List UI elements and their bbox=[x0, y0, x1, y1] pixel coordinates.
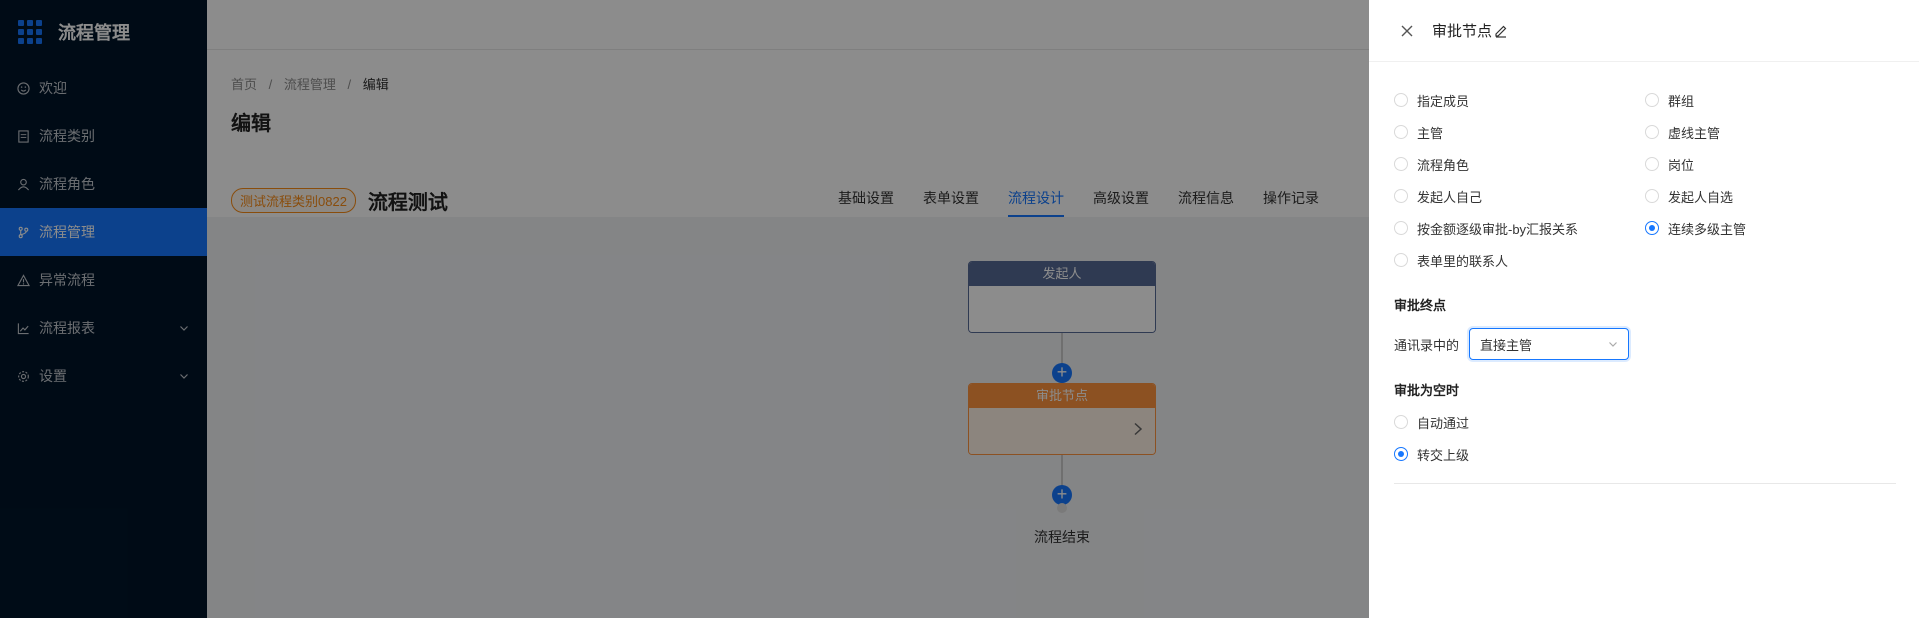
radio-label: 发起人自己 bbox=[1417, 189, 1483, 205]
divider bbox=[1394, 483, 1896, 484]
radio-flow-role[interactable]: 流程角色 bbox=[1394, 155, 1645, 173]
radio-designated-member[interactable]: 指定成员 bbox=[1394, 91, 1645, 109]
radio-circle bbox=[1645, 221, 1659, 235]
drawer-body: 指定成员 群组 主管 虚线主管 流程角色 岗位 发起人自己 发起人自选 按金额逐… bbox=[1369, 62, 1919, 484]
radio-label: 连续多级主管 bbox=[1668, 221, 1747, 237]
radio-label: 自动通过 bbox=[1417, 415, 1470, 431]
radio-position[interactable]: 岗位 bbox=[1645, 155, 1895, 173]
radio-label: 转交上级 bbox=[1417, 447, 1470, 463]
radio-group[interactable]: 群组 bbox=[1645, 91, 1895, 109]
radio-circle bbox=[1394, 189, 1408, 203]
endpoint-select-value: 直接主管 bbox=[1480, 337, 1533, 353]
radio-circle bbox=[1394, 157, 1408, 171]
approver-type-group: 指定成员 群组 主管 虚线主管 流程角色 岗位 发起人自己 发起人自选 按金额逐… bbox=[1394, 91, 1894, 269]
chevron-down-icon bbox=[1608, 337, 1618, 352]
endpoint-select[interactable]: 直接主管 bbox=[1469, 328, 1630, 360]
radio-label: 发起人自选 bbox=[1668, 189, 1734, 205]
radio-transfer-superior[interactable]: 转交上级 bbox=[1394, 445, 1894, 463]
close-icon[interactable] bbox=[1399, 23, 1415, 39]
endpoint-label: 通讯录中的 bbox=[1394, 337, 1460, 353]
radio-label: 按金额逐级审批-by汇报关系 bbox=[1417, 221, 1579, 237]
radio-multi-level-supervisor[interactable]: 连续多级主管 bbox=[1645, 219, 1895, 237]
radio-circle bbox=[1394, 415, 1408, 429]
radio-dotted-line-supervisor[interactable]: 虚线主管 bbox=[1645, 123, 1895, 141]
radio-label: 群组 bbox=[1668, 93, 1695, 109]
radio-label: 岗位 bbox=[1668, 157, 1695, 173]
radio-circle bbox=[1645, 157, 1659, 171]
modal-mask[interactable] bbox=[0, 0, 1369, 618]
radio-label: 虚线主管 bbox=[1668, 125, 1721, 141]
radio-label: 表单里的联系人 bbox=[1417, 253, 1509, 269]
approval-node-drawer: 审批节点 指定成员 群组 主管 虚线主管 流程角色 岗位 发起人自己 发起人自选… bbox=[1369, 0, 1919, 618]
radio-initiator-choice[interactable]: 发起人自选 bbox=[1645, 187, 1895, 205]
radio-circle bbox=[1394, 221, 1408, 235]
radio-form-contact[interactable]: 表单里的联系人 bbox=[1394, 251, 1645, 269]
radio-label: 指定成员 bbox=[1417, 93, 1470, 109]
radio-circle bbox=[1394, 125, 1408, 139]
radio-label: 流程角色 bbox=[1417, 157, 1470, 173]
radio-circle bbox=[1394, 447, 1408, 461]
endpoint-section-title: 审批终点 bbox=[1394, 298, 1447, 313]
radio-circle bbox=[1645, 125, 1659, 139]
empty-handling-group: 自动通过 转交上级 bbox=[1394, 413, 1894, 463]
radio-supervisor[interactable]: 主管 bbox=[1394, 123, 1645, 141]
drawer-title: 审批节点 bbox=[1432, 23, 1493, 40]
radio-circle bbox=[1394, 253, 1408, 267]
radio-label: 主管 bbox=[1417, 125, 1444, 141]
drawer-header: 审批节点 bbox=[1369, 0, 1919, 62]
radio-circle bbox=[1645, 189, 1659, 203]
radio-auto-pass[interactable]: 自动通过 bbox=[1394, 413, 1894, 431]
empty-section-title: 审批为空时 bbox=[1394, 383, 1460, 398]
edit-icon[interactable] bbox=[1494, 24, 1508, 38]
radio-circle bbox=[1645, 93, 1659, 107]
radio-circle bbox=[1394, 93, 1408, 107]
radio-initiator-self[interactable]: 发起人自己 bbox=[1394, 187, 1645, 205]
endpoint-row: 通讯录中的 直接主管 bbox=[1394, 328, 1894, 360]
radio-amount-based-approval[interactable]: 按金额逐级审批-by汇报关系 bbox=[1394, 219, 1645, 237]
